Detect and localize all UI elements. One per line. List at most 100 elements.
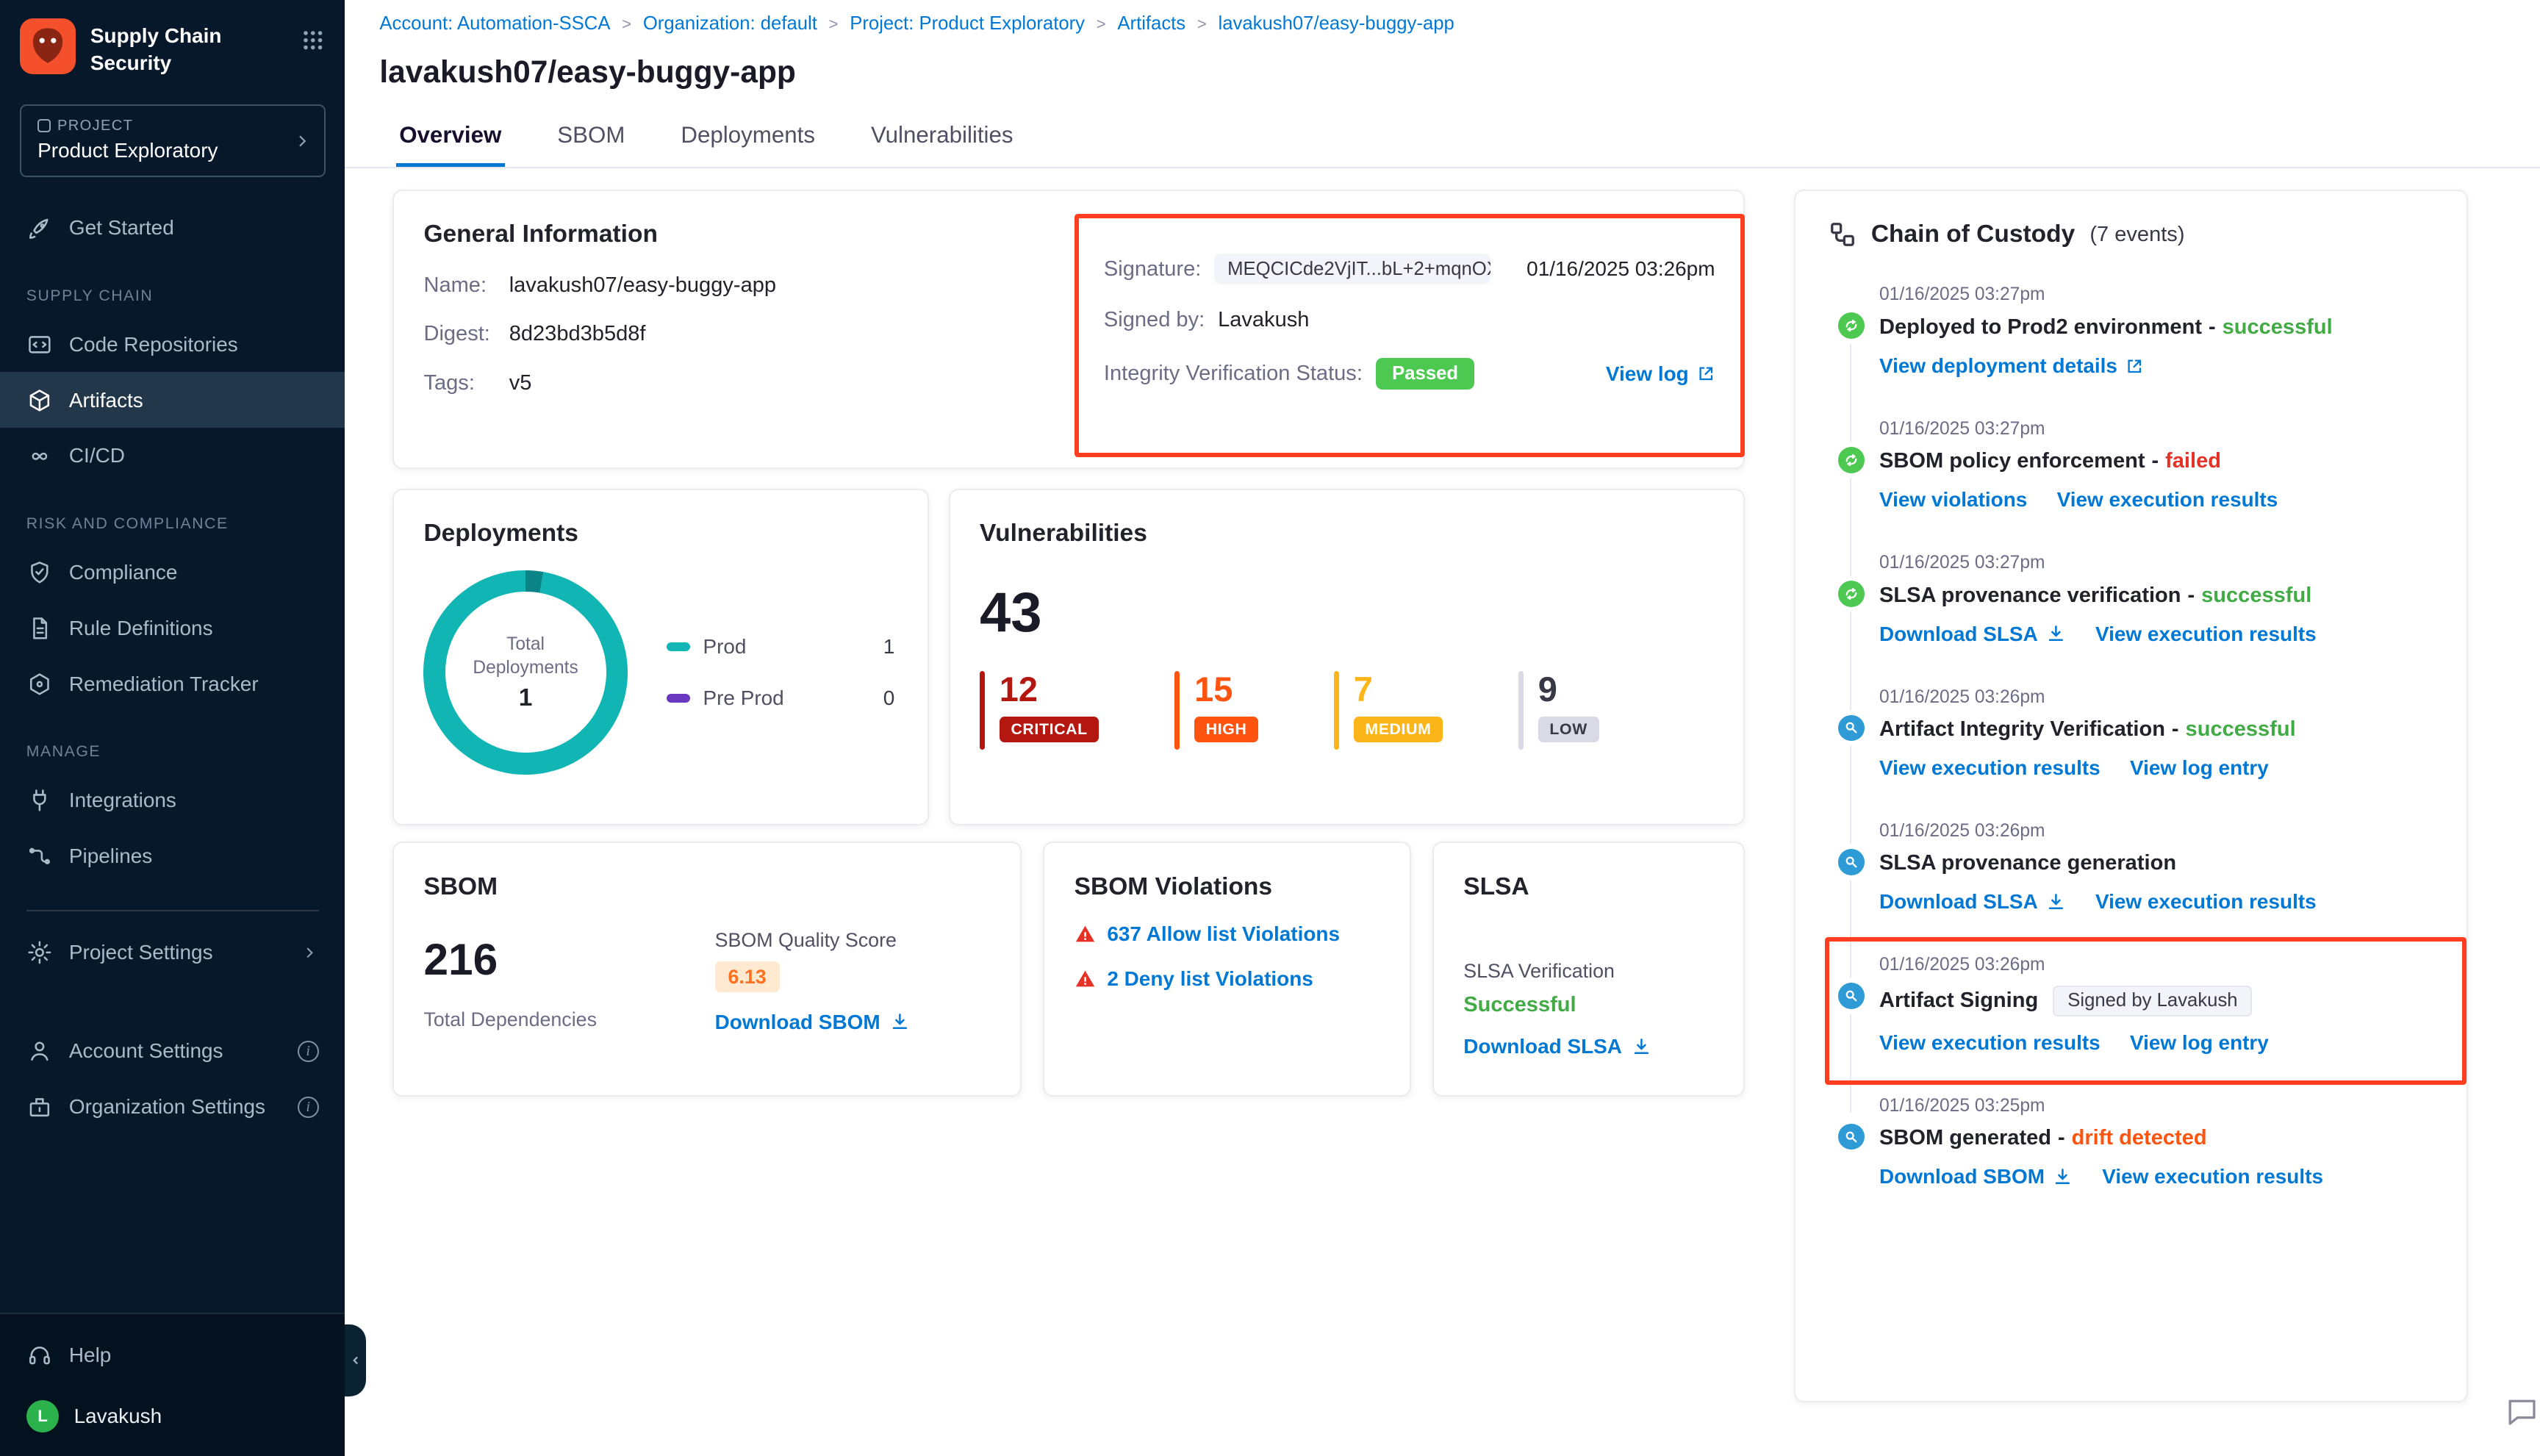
shield-check-icon	[26, 559, 53, 586]
download-sbom-link[interactable]: Download SBOM	[715, 1011, 991, 1034]
breadcrumb: Account: Automation-SSCA>Organization: d…	[345, 0, 2540, 35]
project-label: PROJECT	[57, 118, 133, 135]
event-title: Artifact Integrity Verification	[1879, 717, 2165, 742]
tab-overview[interactable]: Overview	[396, 112, 505, 167]
event-timestamp: 01/16/2025 03:26pm	[1879, 821, 2433, 842]
sidebar-item-compliance[interactable]: Compliance	[0, 545, 345, 600]
view-log-link[interactable]: View log	[1606, 362, 1715, 386]
sidebar-item-label: Organization Settings	[69, 1097, 265, 1117]
deny-list-violations-link[interactable]: 2 Deny list Violations	[1107, 967, 1313, 991]
sidebar-item-code-repositories[interactable]: Code Repositories	[0, 317, 345, 373]
view-execution-results-link[interactable]: View execution results	[2057, 488, 2278, 512]
signature-section: Signature: MEQCICde2VjIT...bL+2+mqnOXw==…	[1104, 254, 1715, 390]
sidebar-item-project-settings[interactable]: Project Settings	[0, 925, 345, 980]
severity-bar	[1174, 671, 1180, 750]
breadcrumb-link-project[interactable]: Project: Product Exploratory	[850, 13, 1085, 34]
tab-vulnerabilities[interactable]: Vulnerabilities	[867, 112, 1016, 167]
integrity-status-row: Integrity Verification Status: Passed Vi…	[1104, 358, 1715, 389]
tab-bar: Overview SBOM Deployments Vulnerabilitie…	[345, 112, 2540, 168]
sidebar-item-remediation-tracker[interactable]: Remediation Tracker	[0, 656, 345, 712]
policy-enforcement-event-icon	[1838, 447, 1865, 473]
view-log-entry-link[interactable]: View log entry	[2130, 756, 2269, 780]
vulnerabilities-card: Vulnerabilities 43 12 CRITICAL	[949, 489, 1745, 825]
breadcrumb-link-current[interactable]: lavakush07/easy-buggy-app	[1219, 13, 1454, 34]
sidebar-item-cicd[interactable]: CI/CD	[0, 428, 345, 484]
deployments-donut-chart: Total Deployments 1	[423, 570, 627, 774]
event-title: SLSA provenance verification	[1879, 584, 2181, 608]
sidebar-item-get-started[interactable]: Get Started	[0, 200, 345, 256]
sidebar-collapse-handle[interactable]	[345, 1324, 366, 1396]
project-selector[interactable]: PROJECT Product Exploratory	[20, 104, 326, 177]
field-label: Tags:	[423, 371, 509, 395]
view-execution-results-link[interactable]: View execution results	[1879, 756, 2100, 780]
severity-count: 12	[1000, 671, 1099, 709]
sidebar-item-artifacts[interactable]: Artifacts	[0, 372, 345, 428]
coc-event-artifact-integrity-verification: 01/16/2025 03:26pm Artifact Integrity Ve…	[1829, 687, 2433, 781]
view-execution-results-link[interactable]: View execution results	[2095, 623, 2317, 646]
event-status: failed	[2165, 449, 2221, 473]
download-slsa-link[interactable]: Download SLSA	[1463, 1035, 1714, 1058]
artifacts-cube-icon	[26, 387, 53, 414]
module-grid-icon[interactable]	[301, 18, 326, 53]
sidebar-item-integrations[interactable]: Integrations	[0, 772, 345, 828]
sbom-violations-card: SBOM Violations 637 Allow list Violation…	[1043, 842, 1411, 1096]
view-deployment-details-link[interactable]: View deployment details	[1879, 354, 2144, 378]
coc-event-slsa-provenance-verification: 01/16/2025 03:27pm SLSA provenance verif…	[1829, 553, 2433, 646]
slsa-card: SLSA SLSA Verification Successful Downlo…	[1432, 842, 1745, 1096]
chevron-right-icon	[293, 131, 312, 151]
sidebar-item-label: Pipelines	[69, 846, 152, 867]
rocket-icon	[26, 215, 53, 242]
sidebar-item-organization-settings[interactable]: Organization Settings	[0, 1079, 345, 1135]
code-repository-icon	[26, 331, 53, 358]
field-label: Signed by:	[1104, 308, 1205, 332]
sidebar-item-help[interactable]: Help	[0, 1327, 345, 1383]
signed-by-row: Signed by: Lavakush	[1104, 308, 1715, 332]
sidebar-item-rule-definitions[interactable]: Rule Definitions	[0, 600, 345, 656]
download-sbom-link[interactable]: Download SBOM	[1879, 1165, 2073, 1188]
avatar: L	[26, 1400, 60, 1433]
sbom-quality-score-badge: 6.13	[715, 961, 780, 992]
donut-total-value: 1	[519, 684, 533, 712]
event-status: successful	[2201, 584, 2311, 608]
event-title: Artifact Signing	[1879, 989, 2038, 1013]
warning-triangle-icon	[1075, 923, 1096, 944]
view-execution-results-link[interactable]: View execution results	[2095, 890, 2317, 914]
sidebar-footer: Help L Lavakush	[0, 1313, 345, 1455]
artifact-name-value: lavakush07/easy-buggy-app	[509, 273, 776, 298]
event-timeline: 01/16/2025 03:27pm Deployed to Prod2 env…	[1829, 284, 2433, 1188]
card-title: SLSA	[1463, 873, 1714, 901]
tab-deployments[interactable]: Deployments	[678, 112, 819, 167]
view-execution-results-link[interactable]: View execution results	[1879, 1031, 2100, 1055]
sbom-quality-label: SBOM Quality Score	[715, 929, 991, 952]
download-icon	[2046, 892, 2066, 912]
sidebar-item-label: Code Repositories	[69, 334, 238, 355]
sidebar-item-label: Account Settings	[69, 1041, 223, 1061]
sidebar-item-account-settings[interactable]: Account Settings	[0, 1023, 345, 1079]
sidebar-item-label: Project Settings	[69, 942, 213, 963]
events-count: (7 events)	[2089, 223, 2184, 247]
info-icon	[298, 1097, 319, 1118]
cicd-infinity-icon	[26, 443, 53, 470]
view-log-entry-link[interactable]: View log entry	[2130, 1031, 2269, 1055]
pipeline-icon	[26, 843, 53, 869]
breadcrumb-link-organization[interactable]: Organization: default	[643, 13, 817, 34]
nav-section-risk-compliance: RISK AND COMPLIANCE	[0, 484, 345, 544]
external-link-icon	[1697, 365, 1715, 383]
download-slsa-link[interactable]: Download SLSA	[1879, 890, 2066, 914]
view-violations-link[interactable]: View violations	[1879, 488, 2027, 512]
legend-marker	[667, 642, 689, 650]
download-icon	[890, 1012, 910, 1032]
field-label: Integrity Verification Status:	[1104, 362, 1363, 386]
info-icon	[298, 1041, 319, 1062]
tab-sbom[interactable]: SBOM	[554, 112, 628, 167]
user-menu[interactable]: L Lavakush	[0, 1383, 345, 1432]
allow-list-violations-link[interactable]: 637 Allow list Violations	[1107, 922, 1340, 946]
field-label: Signature:	[1104, 257, 1201, 281]
help-chat-icon[interactable]	[2504, 1394, 2540, 1430]
status-badge: Passed	[1376, 358, 1475, 389]
sidebar-item-pipelines[interactable]: Pipelines	[0, 828, 345, 884]
view-execution-results-link[interactable]: View execution results	[2102, 1165, 2323, 1188]
breadcrumb-link-artifacts[interactable]: Artifacts	[1117, 13, 1185, 34]
download-slsa-link[interactable]: Download SLSA	[1879, 623, 2066, 646]
breadcrumb-link-account[interactable]: Account: Automation-SSCA	[379, 13, 610, 34]
